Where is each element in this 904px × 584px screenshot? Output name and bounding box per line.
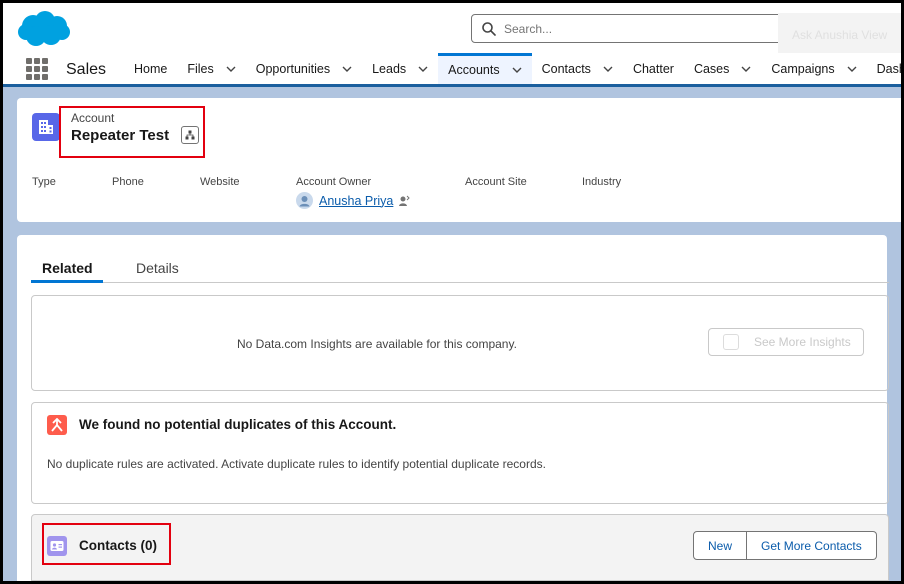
search-icon [482,21,496,36]
duplicates-card: We found no potential duplicates of this… [31,402,889,504]
nav-item-label: Opportunities [255,61,331,76]
app-nav-bar: Sales Home Files Opportunities Leads Acc… [3,53,901,87]
chevron-down-icon[interactable] [418,64,428,74]
field-label-type: Type [32,176,56,188]
nav-item-cases[interactable]: Cases [684,53,761,84]
see-more-insights-label: See More Insights [754,335,851,349]
nav-item-opportunities[interactable]: Opportunities [246,53,362,84]
salesforce-window: Ask Anushia View Sales Home Files Opport… [3,3,901,581]
record-highlights-panel: Account Repeater Test Type Phone Website… [17,98,901,222]
account-owner-link[interactable]: Anusha Priya [319,194,393,208]
chevron-down-icon[interactable] [512,65,522,75]
nav-item-label: Chatter [632,61,674,76]
nav-item-dashboards[interactable]: Dashbo [867,53,901,84]
data-insights-card: No Data.com Insights are available for t… [31,295,889,391]
tab-details[interactable]: Details [136,260,179,276]
annotation-highlight-record-name [59,106,205,158]
search-input[interactable] [504,21,804,36]
field-label-phone: Phone [112,176,144,188]
chevron-down-icon[interactable] [741,64,751,74]
chevron-down-icon[interactable] [603,64,613,74]
account-owner-value: Anusha Priya [296,192,411,209]
duplicate-merge-icon [47,415,67,435]
duplicates-title: We found no potential duplicates of this… [79,417,397,432]
annotation-highlight-contacts [42,523,171,565]
see-more-insights-button[interactable]: See More Insights [708,328,864,356]
global-header: Ask Anushia View [3,3,901,53]
new-contact-button[interactable]: New [693,531,748,560]
contacts-actions: New Get More Contacts [693,531,877,560]
chevron-down-icon[interactable] [847,64,857,74]
nav-item-home[interactable]: Home [124,53,177,84]
owner-avatar [296,192,313,209]
nav-item-accounts[interactable]: Accounts [438,53,532,84]
nav-item-label: Leads [372,61,407,76]
chevron-down-icon[interactable] [226,64,236,74]
get-more-contacts-button[interactable]: Get More Contacts [747,531,877,560]
record-detail-area: Related Details No Data.com Insights are… [17,235,889,581]
nav-item-label: Home [134,61,168,76]
change-owner-icon[interactable] [398,195,411,207]
record-tabs: Related Details [31,253,889,283]
field-label-website: Website [200,176,240,188]
nav-item-label: Dashbo [876,61,901,76]
nav-item-label: Cases [693,61,730,76]
nav-item-label: Campaigns [771,61,835,76]
field-label-account-site: Account Site [465,176,527,188]
chevron-down-icon[interactable] [342,64,352,74]
field-label-account-owner: Account Owner [296,176,372,188]
insights-message: No Data.com Insights are available for t… [237,337,517,351]
nav-items: Home Files Opportunities Leads Accounts … [124,53,901,84]
salesforce-logo-icon[interactable] [17,10,71,48]
duplicates-message: No duplicate rules are activated. Activa… [47,457,546,471]
nav-item-label: Contacts [541,61,591,76]
insights-icon [723,334,739,350]
nav-item-campaigns[interactable]: Campaigns [761,53,866,84]
app-launcher-icon[interactable] [26,58,48,80]
active-tab-indicator [31,280,103,283]
nav-item-contacts[interactable]: Contacts [532,53,623,84]
account-icon [32,113,60,141]
header-ghost-panel: Ask Anushia View [778,13,901,53]
nav-item-label: Accounts [448,63,500,77]
nav-item-files[interactable]: Files [177,53,245,84]
nav-item-chatter[interactable]: Chatter [623,53,684,84]
global-search[interactable] [471,14,831,43]
nav-item-label: Files [187,61,214,76]
app-name: Sales [66,61,107,78]
field-label-industry: Industry [582,176,622,188]
nav-item-leads[interactable]: Leads [362,53,438,84]
tab-related[interactable]: Related [42,260,93,276]
